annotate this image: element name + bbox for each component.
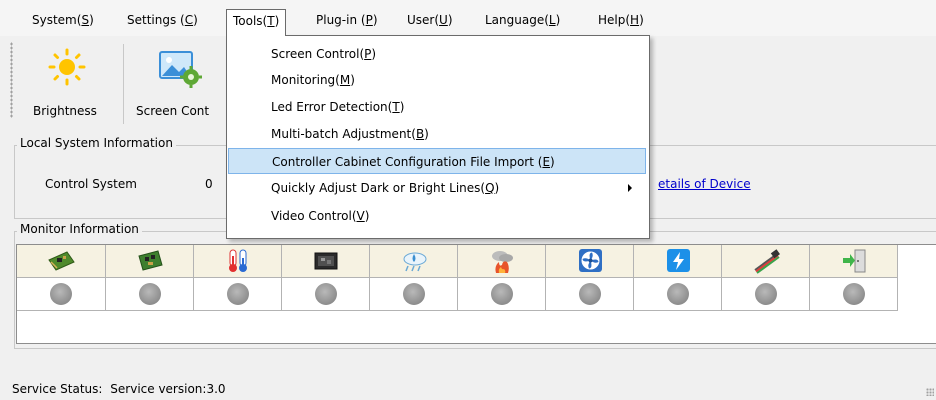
screen-control-label: Screen Cont <box>136 104 210 118</box>
monitor-cell-power <box>634 245 722 278</box>
menu-item-cabinet-config-import[interactable]: Controller Cabinet Configuration File Im… <box>228 148 646 174</box>
service-status: Service Status: Service version:3.0 <box>12 382 226 396</box>
menu-settings[interactable]: Settings (C) <box>121 9 204 31</box>
monitor-cell-humidity <box>370 245 458 278</box>
monitor-cell-fan <box>546 245 634 278</box>
local-system-title: Local System Information <box>17 136 176 150</box>
status-led <box>754 283 777 305</box>
monitor-title: Monitor Information <box>17 222 142 236</box>
menu-tools[interactable]: Tools(T) <box>226 9 287 36</box>
door-icon <box>842 249 865 273</box>
control-system-value: 0 <box>205 177 213 191</box>
menu-item-quick-adjust-lines[interactable]: Quickly Adjust Dark or Bright Lines(Q) <box>228 175 646 201</box>
status-led <box>402 283 425 305</box>
screen-control-button[interactable]: Screen Cont <box>130 42 226 124</box>
status-cell <box>282 278 370 311</box>
status-cell <box>810 278 898 311</box>
status-led <box>842 283 865 305</box>
humidity-icon <box>403 252 426 272</box>
status-cell <box>194 278 282 311</box>
monitor-table <box>16 244 936 344</box>
menu-item-monitoring[interactable]: Monitoring(M) <box>228 67 646 93</box>
toolbar-grip[interactable] <box>10 42 13 118</box>
menu-bar: System(S) Settings (C) Tools(T) Plug-in … <box>0 0 936 36</box>
status-cell <box>634 278 722 311</box>
status-led <box>578 283 601 305</box>
monitor-cell-smoke <box>458 245 546 278</box>
fan-icon <box>578 249 602 272</box>
menu-plugin[interactable]: Plug-in (P) <box>310 9 384 31</box>
temperature-icon <box>228 249 247 272</box>
monitor-cell-door <box>810 245 898 278</box>
monitor-cell-temperature <box>194 245 282 278</box>
picture-gear-icon <box>159 51 202 88</box>
power-icon <box>666 249 690 272</box>
menu-item-led-error-detection[interactable]: Led Error Detection(T) <box>228 94 646 120</box>
submenu-arrow-icon <box>628 184 632 192</box>
status-led <box>666 283 689 305</box>
cable-icon <box>753 249 780 274</box>
control-card-icon <box>137 250 163 271</box>
receiving-card-icon <box>48 251 75 271</box>
resize-grip[interactable] <box>926 388 934 396</box>
toolbar-separator <box>123 44 124 124</box>
module-icon <box>314 252 337 270</box>
status-cell <box>17 278 106 311</box>
service-status-label: Service Status: <box>12 382 103 396</box>
control-system-label: Control System <box>45 177 137 191</box>
brightness-button[interactable]: Brightness <box>30 42 120 124</box>
menu-item-video-control[interactable]: Video Control(V) <box>228 203 646 229</box>
menu-system[interactable]: System(S) <box>26 9 100 31</box>
status-led <box>314 283 337 305</box>
menu-item-multi-batch-adjustment[interactable]: Multi-batch Adjustment(B) <box>228 121 646 147</box>
sun-icon <box>48 48 86 86</box>
monitor-cell-module <box>282 245 370 278</box>
status-led <box>138 283 161 305</box>
details-of-device-link[interactable]: etails of Device <box>658 177 751 191</box>
smoke-icon <box>491 251 513 273</box>
monitor-cell-cable <box>722 245 810 278</box>
service-version: Service version:3.0 <box>110 382 226 396</box>
monitor-cell-receiving-card <box>17 245 106 278</box>
status-cell <box>722 278 810 311</box>
status-led <box>490 283 513 305</box>
status-led <box>226 283 249 305</box>
menu-language[interactable]: Language(L) <box>479 9 566 31</box>
brightness-label: Brightness <box>33 104 97 118</box>
tools-dropdown-menu: Screen Control(P) Monitoring(M) Led Erro… <box>226 35 650 239</box>
status-cell <box>546 278 634 311</box>
status-led <box>50 283 72 305</box>
status-cell <box>458 278 546 311</box>
menu-item-screen-control[interactable]: Screen Control(P) <box>228 41 646 67</box>
status-cell <box>370 278 458 311</box>
menu-user[interactable]: User(U) <box>401 9 459 31</box>
menu-help[interactable]: Help(H) <box>592 9 650 31</box>
monitor-cell-control-card <box>106 245 194 278</box>
status-cell <box>106 278 194 311</box>
